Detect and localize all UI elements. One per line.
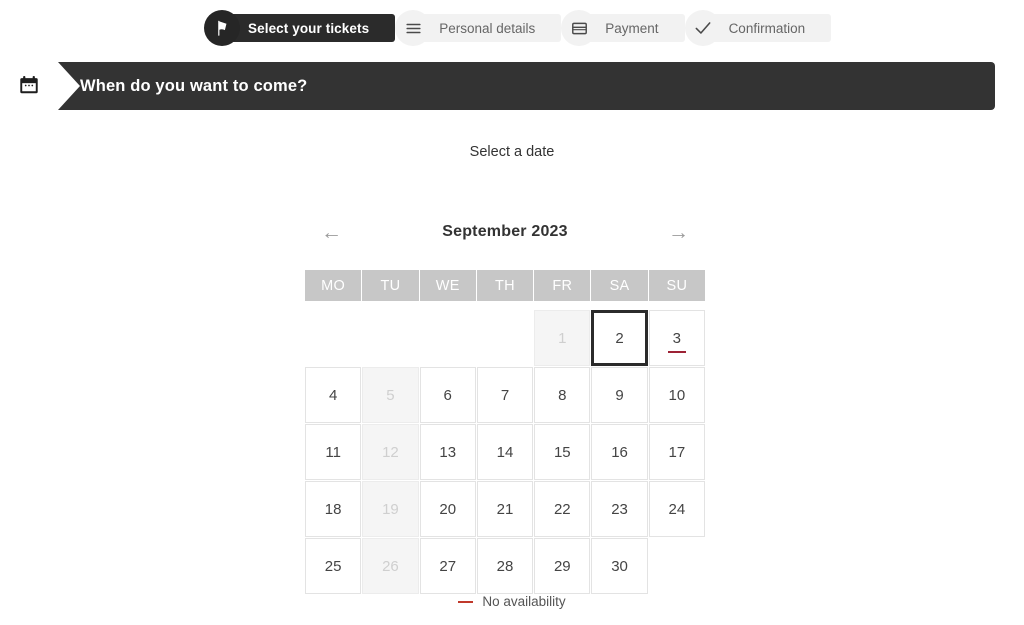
- day-number: 1: [558, 329, 567, 347]
- calendar-day-16[interactable]: 16: [591, 424, 648, 480]
- calendar-legend: No availability: [0, 594, 1024, 609]
- weekday-header-tu: TU: [362, 270, 419, 301]
- weekday-header-row: MO TU WE TH FR SA SU: [305, 270, 705, 301]
- calendar-day-22[interactable]: 22: [534, 481, 591, 537]
- calendar-cell-empty: [477, 310, 533, 366]
- calendar-cell-empty: [649, 538, 705, 594]
- date-picker: ← September 2023 → MO TU WE TH FR SA SU 123456…: [305, 216, 705, 594]
- step-personal-details[interactable]: Personal details: [395, 10, 562, 46]
- calendar-day-28[interactable]: 28: [476, 538, 534, 594]
- weekday-header-th: TH: [476, 270, 534, 301]
- calendar-day-14[interactable]: 14: [476, 424, 534, 480]
- calendar-day-4[interactable]: 4: [305, 367, 362, 423]
- calendar-day-13[interactable]: 13: [419, 424, 476, 480]
- day-number: 7: [500, 386, 510, 404]
- calendar-cell-empty: [362, 310, 418, 366]
- day-number: 21: [496, 500, 514, 518]
- calendar-cell-empty: [305, 310, 361, 366]
- day-number: 4: [328, 386, 338, 404]
- weekday-header-mo: MO: [305, 270, 362, 301]
- step-label-1: Select your tickets: [214, 14, 396, 42]
- calendar-day-9[interactable]: 9: [591, 367, 648, 423]
- calendar-day-20[interactable]: 20: [419, 481, 476, 537]
- day-number: 5: [386, 386, 395, 404]
- step-payment[interactable]: Payment: [561, 10, 685, 46]
- day-number: 23: [611, 500, 628, 518]
- checkmark-icon: [684, 10, 721, 46]
- weekday-header-we: WE: [419, 270, 476, 301]
- section-header: When do you want to come?: [0, 62, 1024, 110]
- day-number: 28: [496, 557, 514, 575]
- day-number: 8: [558, 386, 567, 404]
- day-number: 29: [553, 557, 571, 575]
- ticket-icon: [204, 10, 240, 46]
- day-number: 18: [324, 500, 342, 518]
- checkout-stepper: Select your tickets Personal details Pay…: [204, 10, 832, 46]
- calendar-day-23[interactable]: 23: [591, 481, 648, 537]
- day-number: 13: [439, 443, 457, 461]
- calendar-day-11[interactable]: 11: [305, 424, 362, 480]
- no-availability-label: No availability: [482, 594, 566, 609]
- select-a-date-label: Select a date: [469, 144, 555, 160]
- calendar-day-6[interactable]: 6: [419, 367, 476, 423]
- prev-month-button[interactable]: ←: [315, 220, 348, 245]
- day-number: 26: [382, 557, 399, 575]
- day-number: 17: [668, 443, 686, 461]
- calendar-day-3[interactable]: 3: [648, 310, 705, 366]
- calendar-day-25[interactable]: 25: [305, 538, 362, 594]
- calendar-day-12: 12: [362, 424, 419, 480]
- calendar-day-26: 26: [362, 538, 419, 594]
- day-number: 10: [668, 386, 686, 404]
- calendar-month-label: September 2023: [442, 223, 568, 240]
- hamburger-menu-icon: [395, 10, 432, 46]
- step-select-your-tickets[interactable]: Select your tickets: [204, 10, 396, 46]
- calendar-day-24[interactable]: 24: [648, 481, 705, 537]
- day-number: 6: [443, 386, 452, 404]
- calendar-day-18[interactable]: 18: [305, 481, 362, 537]
- calendar-day-2[interactable]: 2: [591, 310, 648, 366]
- page-title: When do you want to come?: [80, 76, 308, 95]
- weekday-header-fr: FR: [534, 270, 591, 301]
- step-confirmation[interactable]: Confirmation: [684, 10, 832, 46]
- day-number: 22: [553, 500, 571, 518]
- calendar-icon: [18, 74, 40, 96]
- day-number: 2: [615, 329, 624, 347]
- day-number: 20: [439, 500, 457, 518]
- day-number: 16: [611, 443, 628, 461]
- calendar-day-30[interactable]: 30: [591, 538, 648, 594]
- weekday-header-sa: SA: [591, 270, 648, 301]
- calendar-day-21[interactable]: 21: [476, 481, 534, 537]
- calendar-day-1: 1: [534, 310, 591, 366]
- calendar-day-19: 19: [362, 481, 419, 537]
- section-banner: When do you want to come?: [58, 62, 995, 110]
- day-number: 19: [382, 500, 399, 518]
- calendar-cell-empty: [420, 310, 476, 366]
- calendar-nav: ← September 2023 →: [305, 216, 705, 248]
- day-number: 9: [615, 386, 624, 404]
- next-month-button[interactable]: →: [662, 220, 695, 245]
- calendar-day-27[interactable]: 27: [419, 538, 476, 594]
- calendar-day-29[interactable]: 29: [534, 538, 591, 594]
- calendar-days-grid: 1 2 3 4 5 6 7 8 9 10 11 12 13 14 15 16 17 18 19 20 21 22 23 24 2…: [305, 310, 705, 594]
- calendar-day-15[interactable]: 15: [534, 424, 591, 480]
- day-number: 24: [668, 500, 686, 518]
- calendar-day-10[interactable]: 10: [648, 367, 705, 423]
- day-number: 3: [667, 329, 687, 353]
- calendar-day-5: 5: [362, 367, 419, 423]
- calendar-day-7[interactable]: 7: [476, 367, 534, 423]
- day-number: 12: [382, 443, 399, 461]
- day-number: 27: [439, 557, 457, 575]
- day-number: 25: [324, 557, 342, 575]
- day-number: 14: [496, 443, 514, 461]
- day-number: 15: [553, 443, 571, 461]
- day-number: 11: [325, 443, 341, 461]
- no-availability-dash-icon: [458, 600, 474, 603]
- weekday-header-su: SU: [648, 270, 705, 301]
- calendar-day-17[interactable]: 17: [648, 424, 705, 480]
- calendar-day-8[interactable]: 8: [534, 367, 591, 423]
- day-number: 30: [611, 557, 628, 575]
